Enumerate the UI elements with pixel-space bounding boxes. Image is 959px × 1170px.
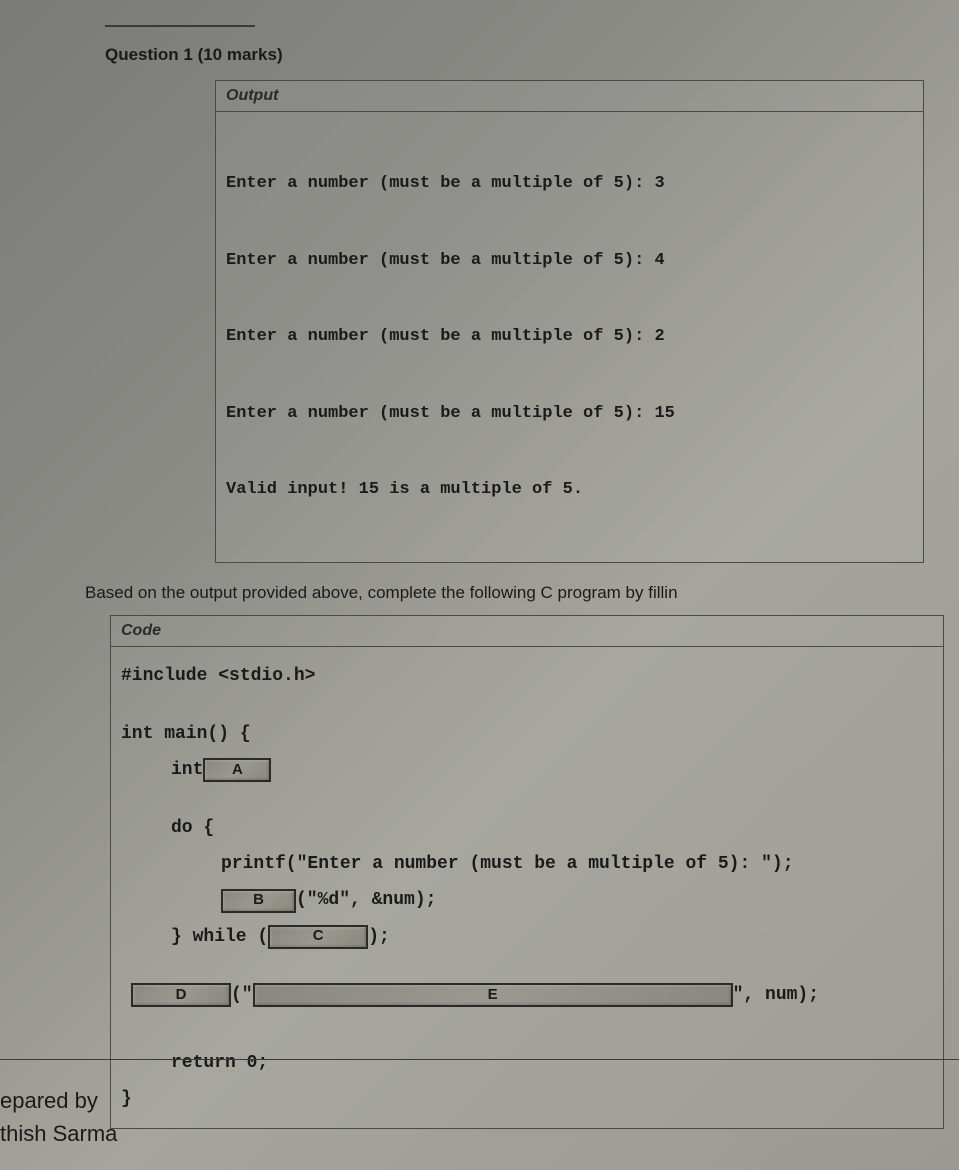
question-title: Question 1 (10 marks) [105,45,944,65]
code-text: printf("Enter a number (must be a multip… [221,847,794,881]
code-line-int-decl: int A [121,753,933,787]
bottom-divider [0,1059,959,1060]
code-line-scanf: B ("%d", &num); [121,883,933,917]
output-header: Output [216,81,923,112]
blank-a[interactable]: A [203,758,271,782]
code-header: Code [111,616,943,647]
code-line-do-open: do { [121,811,933,845]
output-line: Valid input! 15 is a multiple of 5. [226,477,913,503]
code-text: } while ( [171,920,268,954]
footer-line-1: epared by [0,1084,117,1117]
blank-e[interactable]: E [253,983,733,1007]
code-line-include: #include <stdio.h> [121,659,933,693]
code-text: int main() { [121,717,251,751]
footer-line-2: thish Sarma [0,1117,117,1150]
output-line: Enter a number (must be a multiple of 5)… [226,171,913,197]
footer: epared by thish Sarma [0,1084,117,1150]
code-text: do { [171,811,214,845]
page-content: Question 1 (10 marks) Output Enter a num… [0,0,959,1129]
code-text: } [121,1082,132,1116]
output-box: Output Enter a number (must be a multipl… [215,80,924,563]
code-line-return: return 0; [121,1046,933,1080]
code-body: #include <stdio.h> int main() { int A do… [111,647,943,1129]
code-text: #include <stdio.h> [121,659,315,693]
code-text: int [171,753,203,787]
code-text: ", num); [733,978,819,1012]
output-line: Enter a number (must be a multiple of 5)… [226,324,913,350]
code-text: return 0; [171,1046,268,1080]
code-text: ); [368,920,390,954]
output-line: Enter a number (must be a multiple of 5)… [226,248,913,274]
code-line-printf: printf("Enter a number (must be a multip… [121,847,933,881]
code-line-d: D (" E ", num); [121,978,933,1012]
output-body: Enter a number (must be a multiple of 5)… [216,112,923,562]
blank-b[interactable]: B [221,889,296,913]
code-text: ("%d", &num); [296,883,436,917]
output-line: Enter a number (must be a multiple of 5)… [226,401,913,427]
blank-d[interactable]: D [131,983,231,1007]
instruction-text: Based on the output provided above, comp… [85,583,944,603]
code-box: Code #include <stdio.h> int main() { int… [110,615,944,1130]
code-line-while: } while ( C ); [121,920,933,954]
code-line-main-open: int main() { [121,717,933,751]
blank-c[interactable]: C [268,925,368,949]
code-line-main-close: } [121,1082,933,1116]
code-text: (" [231,978,253,1012]
section-divider [105,25,255,27]
